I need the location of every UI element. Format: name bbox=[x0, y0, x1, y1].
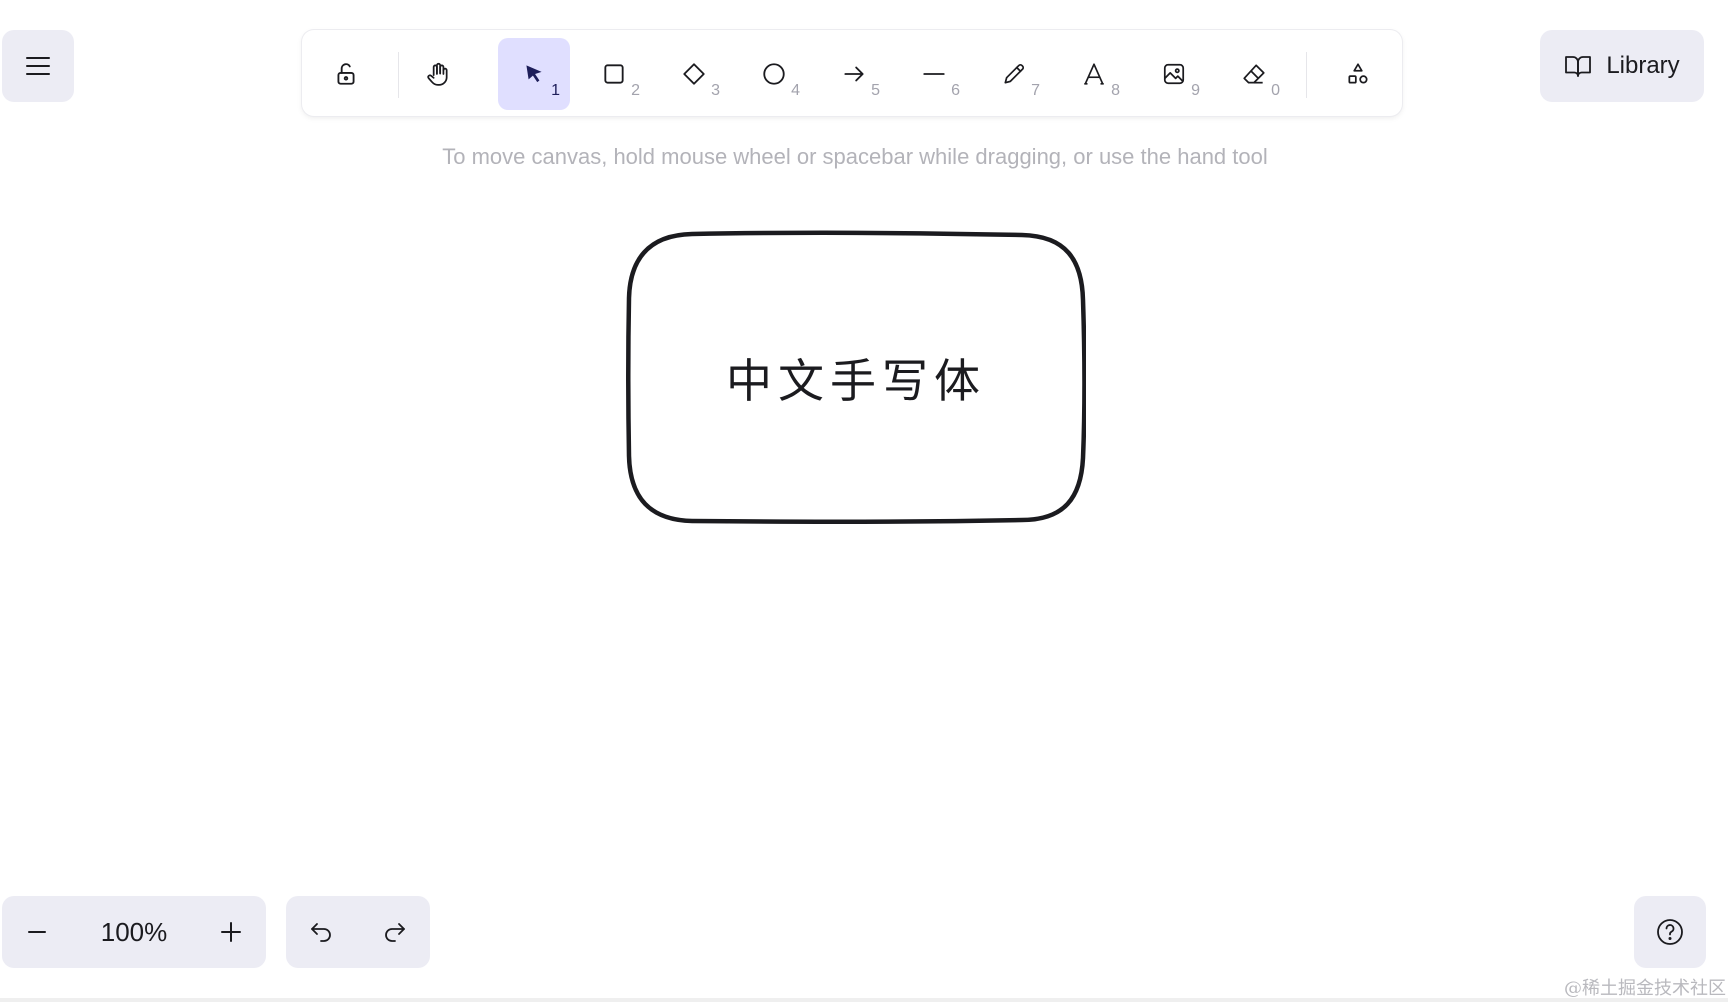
tool-shortcut: 0 bbox=[1271, 82, 1280, 99]
pencil-icon bbox=[1004, 63, 1025, 84]
tool-more-shapes[interactable] bbox=[1322, 38, 1394, 110]
tool-shortcut: 9 bbox=[1191, 82, 1200, 99]
tool-shortcut: 2 bbox=[631, 82, 640, 99]
tool-diamond[interactable]: 3 bbox=[658, 38, 730, 110]
bottom-edge bbox=[0, 998, 1728, 1002]
arrow-right-icon bbox=[844, 66, 864, 82]
tool-shortcut: 1 bbox=[551, 82, 560, 99]
tool-shortcut: 3 bbox=[711, 82, 720, 99]
pointer-icon bbox=[526, 65, 542, 83]
tool-shortcut: 7 bbox=[1031, 82, 1040, 99]
drawing-canvas[interactable]: 1 2 3 4 5 6 7 8 9 0 Library To move canv… bbox=[0, 0, 1728, 1002]
zoom-out-button[interactable] bbox=[2, 896, 72, 968]
tool-hand[interactable] bbox=[402, 38, 474, 110]
tool-shortcut: 6 bbox=[951, 82, 960, 99]
eraser-icon bbox=[1243, 64, 1265, 84]
tool-eraser[interactable]: 0 bbox=[1218, 38, 1290, 110]
shapes-toolbar: 1 2 3 4 5 6 7 8 9 0 bbox=[302, 30, 1402, 116]
line-icon bbox=[923, 73, 945, 75]
tool-line[interactable]: 6 bbox=[898, 38, 970, 110]
redo-icon bbox=[385, 923, 405, 942]
image-icon bbox=[1163, 63, 1185, 85]
main-menu-button[interactable] bbox=[2, 30, 74, 102]
tool-shortcut: 8 bbox=[1111, 82, 1120, 99]
help-icon bbox=[1657, 919, 1683, 945]
rectangle-text[interactable]: 中文手写体 bbox=[626, 345, 1086, 411]
canvas-hint: To move canvas, hold mouse wheel or spac… bbox=[442, 144, 1268, 169]
book-icon bbox=[1565, 56, 1592, 77]
tool-rectangle[interactable]: 2 bbox=[578, 38, 650, 110]
library-button[interactable]: Library bbox=[1540, 30, 1704, 102]
hand-icon bbox=[427, 62, 448, 86]
tool-image[interactable]: 9 bbox=[1138, 38, 1210, 110]
circle-icon bbox=[763, 63, 785, 85]
toolbar-divider bbox=[1306, 52, 1307, 98]
toolbar-divider bbox=[398, 52, 399, 98]
tool-shortcut: 4 bbox=[791, 82, 800, 99]
minus-icon bbox=[28, 931, 46, 933]
watermark-text: @稀土掘金技术社区 bbox=[1564, 978, 1726, 999]
redo-button[interactable] bbox=[358, 896, 430, 968]
zoom-reset-button[interactable]: 100% bbox=[72, 896, 196, 968]
text-icon bbox=[1084, 63, 1104, 85]
square-icon bbox=[604, 64, 624, 84]
history-controls bbox=[286, 896, 430, 968]
diamond-icon bbox=[683, 63, 705, 85]
undo-icon bbox=[311, 923, 331, 942]
undo-button[interactable] bbox=[286, 896, 358, 968]
unlock-icon bbox=[337, 63, 355, 85]
zoom-controls: 100% bbox=[2, 896, 266, 968]
zoom-in-button[interactable] bbox=[196, 896, 266, 968]
shapes-icon bbox=[1348, 63, 1368, 84]
tool-draw[interactable]: 7 bbox=[978, 38, 1050, 110]
tool-arrow[interactable]: 5 bbox=[818, 38, 890, 110]
tool-selection[interactable]: 1 bbox=[498, 38, 570, 110]
tool-ellipse[interactable]: 4 bbox=[738, 38, 810, 110]
library-label: Library bbox=[1606, 52, 1680, 79]
help-button[interactable] bbox=[1634, 896, 1706, 968]
tool-text[interactable]: 8 bbox=[1058, 38, 1130, 110]
plus-icon bbox=[221, 922, 241, 942]
hamburger-icon bbox=[26, 57, 50, 75]
tool-shortcut: 5 bbox=[871, 82, 880, 99]
tool-lock[interactable] bbox=[310, 38, 382, 110]
